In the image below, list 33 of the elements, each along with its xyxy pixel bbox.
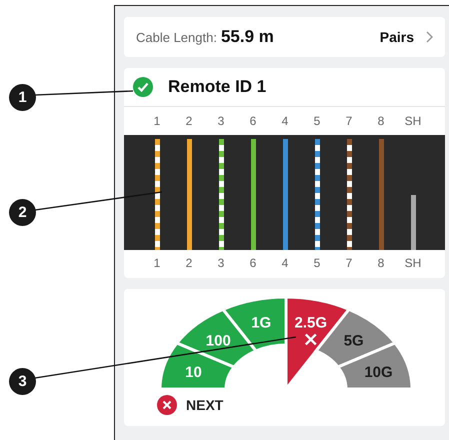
pin-label: 3 bbox=[218, 114, 224, 128]
cable-length-value: 55.9 m bbox=[220, 27, 274, 47]
pin-label: 5 bbox=[314, 114, 320, 128]
pin-label: 7 bbox=[346, 114, 352, 128]
pin-label: SH bbox=[404, 114, 422, 128]
speed-label: 10G bbox=[364, 364, 393, 381]
pin-label: 3 bbox=[218, 256, 224, 270]
pin-label: SH bbox=[404, 256, 422, 270]
pin-label: 2 bbox=[186, 114, 192, 128]
pin-label: 6 bbox=[250, 114, 256, 128]
pin-label: 8 bbox=[378, 114, 384, 128]
speed-label: 5G bbox=[344, 332, 364, 350]
pin-label: 7 bbox=[346, 256, 352, 270]
pin-label: 2 bbox=[186, 256, 192, 270]
remote-id-title: Remote ID 1 bbox=[168, 77, 266, 97]
callout-badge: 1 bbox=[9, 84, 36, 111]
pin-label: 6 bbox=[250, 256, 256, 270]
callout-badge: 3 bbox=[9, 368, 36, 395]
speed-label: 1G bbox=[251, 314, 272, 332]
speed-label: 10 bbox=[185, 364, 202, 381]
pin-label: 1 bbox=[154, 256, 160, 270]
pin-label: 1 bbox=[154, 114, 160, 128]
pin-label: 4 bbox=[282, 256, 288, 270]
legend-label: NEXT bbox=[186, 397, 224, 413]
cable-length-label: Cable Length: bbox=[136, 30, 217, 44]
callout-badge: 2 bbox=[9, 199, 36, 226]
chevron-right-icon[interactable] bbox=[426, 31, 433, 43]
speed-label: 2.5G bbox=[294, 314, 328, 332]
speed-label: 100 bbox=[206, 332, 231, 350]
pairs-link[interactable]: Pairs bbox=[380, 29, 414, 45]
pin-label: 8 bbox=[378, 256, 384, 270]
pin-label: 5 bbox=[314, 256, 320, 270]
pin-label: 4 bbox=[282, 114, 288, 128]
